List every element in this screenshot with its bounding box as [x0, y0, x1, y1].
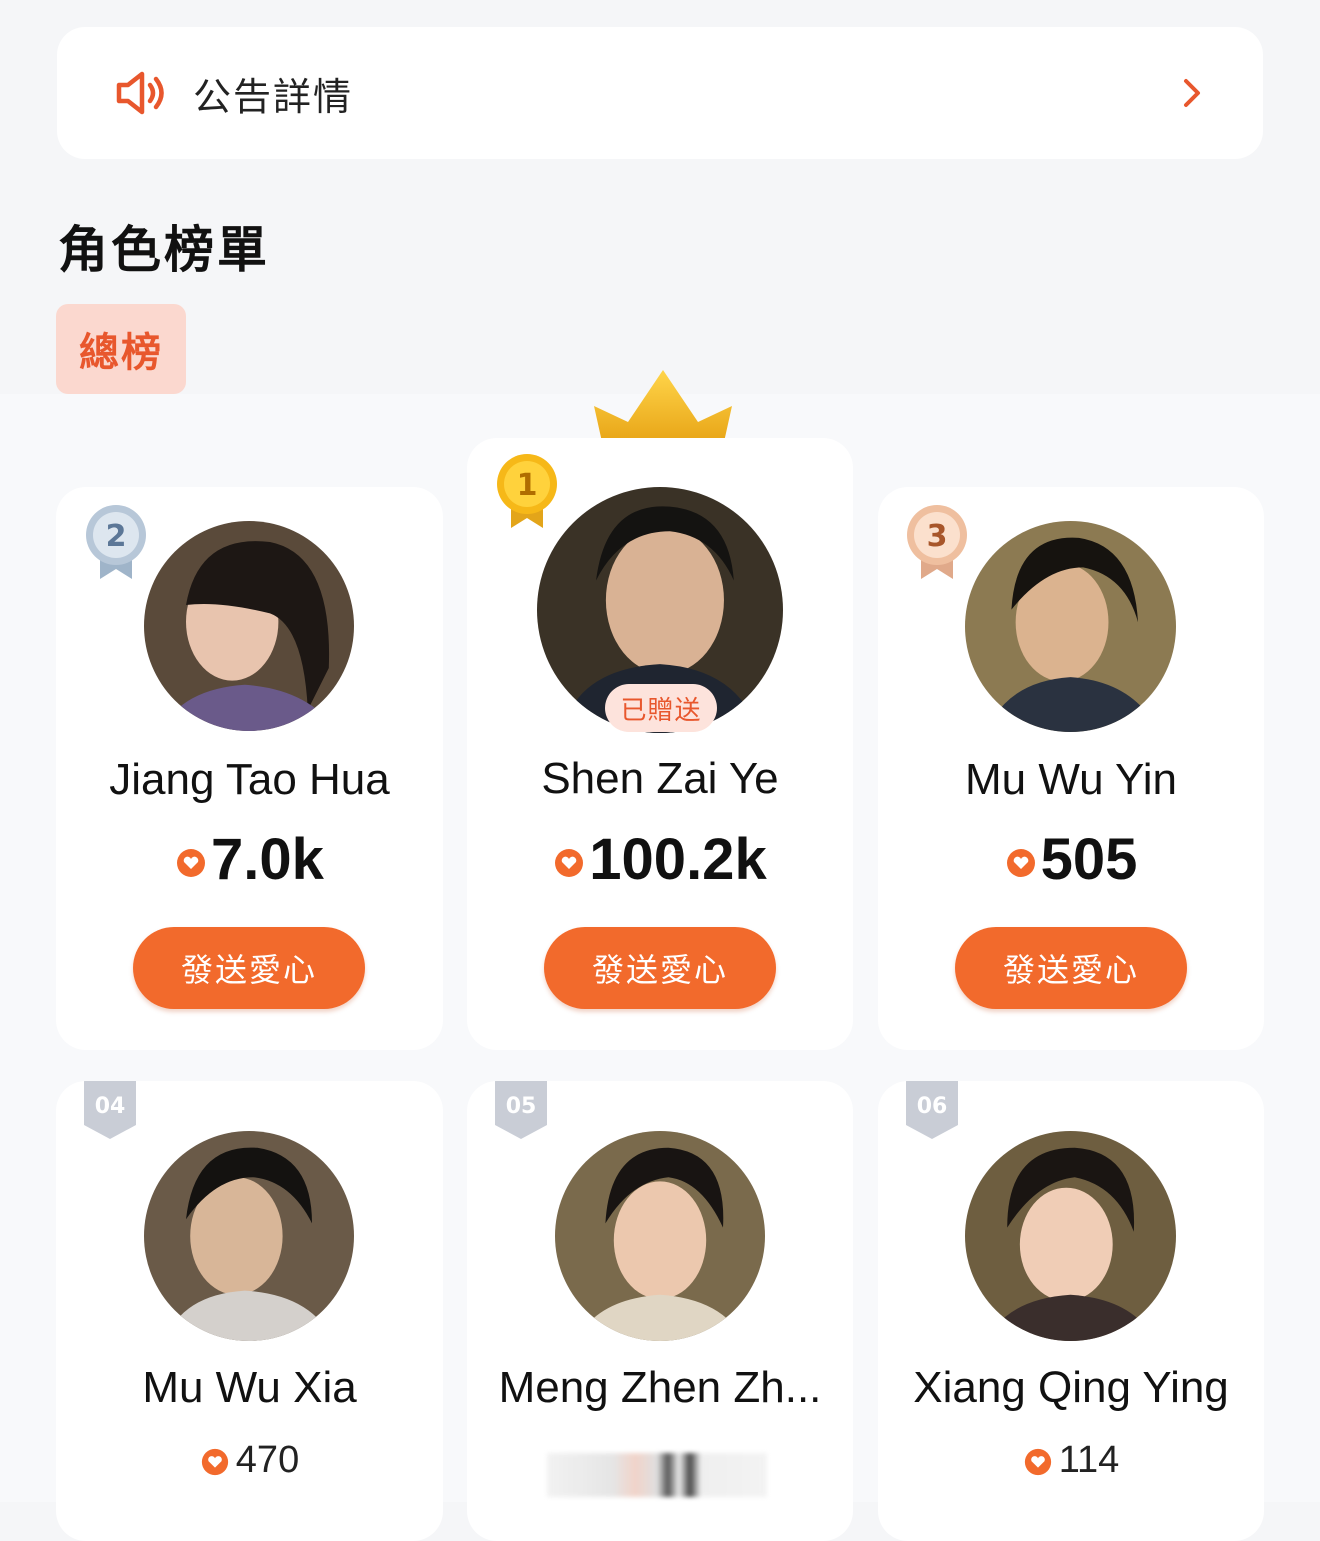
rank-card-3: 3 Mu Wu Yin 505 發送愛心	[878, 487, 1264, 1050]
vote-count: 100.2k	[467, 826, 853, 893]
avatar[interactable]	[965, 521, 1176, 732]
character-name: Mu Wu Yin	[965, 755, 1177, 804]
vote-value: 100.2k	[589, 827, 767, 892]
announcement-bar[interactable]: 公告詳情	[57, 27, 1263, 159]
rank-number: 06	[917, 1094, 948, 1119]
rank-card-1: 1 已贈送 Shen Zai Ye 100.2k 發送愛心	[467, 438, 853, 1050]
send-heart-button[interactable]: 發送愛心	[955, 927, 1187, 1009]
crown-icon	[594, 370, 732, 442]
rank-card-4: 04 Mu Wu Xia 470	[56, 1081, 443, 1541]
svg-text:1: 1	[517, 468, 538, 503]
rank-number: 04	[95, 1094, 126, 1119]
vote-count-obscured	[547, 1453, 767, 1497]
gifted-badge: 已贈送	[605, 684, 717, 732]
character-name: Mu Wu Xia	[142, 1363, 357, 1412]
rank-flag-icon: 05	[495, 1081, 547, 1139]
vote-count: 505	[878, 826, 1264, 893]
avatar[interactable]	[144, 1131, 354, 1341]
avatar[interactable]	[965, 1131, 1176, 1341]
vote-value: 7.0k	[211, 827, 324, 892]
announcement-title: 公告詳情	[193, 74, 354, 119]
section-title: 角色榜單	[58, 221, 270, 279]
rank-number: 05	[506, 1094, 537, 1119]
send-heart-button[interactable]: 發送愛心	[133, 927, 365, 1009]
heart-icon	[201, 1448, 228, 1475]
character-name: Xiang Qing Ying	[913, 1363, 1229, 1412]
vote-value: 470	[235, 1439, 300, 1481]
character-name: Meng Zhen Zh...	[498, 1363, 822, 1412]
rank-card-5: 05 Meng Zhen Zh...	[467, 1081, 853, 1541]
vote-count: 114	[878, 1439, 1264, 1482]
svg-text:3: 3	[927, 519, 948, 554]
heart-icon	[177, 848, 206, 877]
bronze-medal-icon: 3	[907, 505, 967, 579]
chevron-right-icon	[1184, 79, 1200, 107]
heart-icon	[555, 848, 584, 877]
vote-value: 114	[1058, 1439, 1120, 1481]
heart-icon	[1006, 848, 1035, 877]
vote-count: 7.0k	[56, 826, 443, 893]
rank-card-6: 06 Xiang Qing Ying 114	[878, 1081, 1264, 1541]
vote-count: 470	[56, 1439, 443, 1482]
gold-medal-icon: 1	[497, 454, 557, 528]
svg-text:2: 2	[106, 519, 127, 554]
speaker-icon	[116, 71, 164, 115]
silver-medal-icon: 2	[86, 505, 146, 579]
character-name: Shen Zai Ye	[541, 754, 779, 803]
heart-icon	[1024, 1448, 1051, 1475]
tab-overall[interactable]: 總榜	[56, 304, 186, 394]
vote-value: 505	[1040, 827, 1138, 892]
character-name: Jiang Tao Hua	[109, 755, 390, 804]
avatar[interactable]	[555, 1131, 765, 1341]
send-heart-button[interactable]: 發送愛心	[544, 927, 776, 1009]
rank-flag-icon: 04	[84, 1081, 136, 1139]
avatar[interactable]	[144, 521, 354, 731]
rank-flag-icon: 06	[906, 1081, 958, 1139]
rank-card-2: 2 Jiang Tao Hua 7.0k 發送愛心	[56, 487, 443, 1050]
